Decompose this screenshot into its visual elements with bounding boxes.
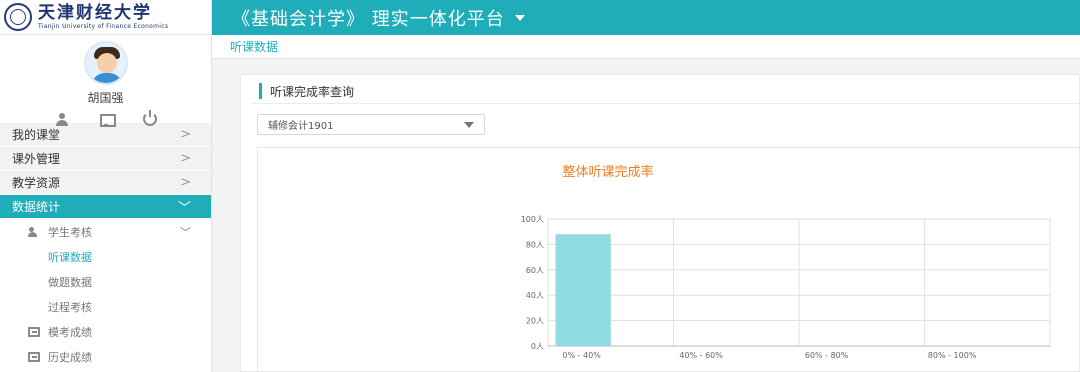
breadcrumb-current[interactable]: 听课数据: [230, 38, 278, 55]
course-title: 《基础会计学》 理实一体化平台: [232, 8, 505, 30]
submenu-history-scores[interactable]: 历史成绩: [0, 344, 211, 369]
user-icon[interactable]: [55, 112, 69, 126]
university-name-en: Tianjin University of Finance Economics: [38, 22, 169, 30]
menu-item-label: 课外管理: [12, 152, 61, 166]
university-seal-icon: [4, 3, 32, 31]
submenu-listening-data[interactable]: 听课数据: [0, 244, 211, 269]
y-tick-label: 60人: [526, 266, 544, 275]
menu-item-label: 我的课堂: [12, 128, 61, 142]
panel-title: 听课完成率查询: [259, 83, 354, 99]
y-tick-label: 20人: [526, 317, 544, 326]
submenu-label: 模考成绩: [48, 325, 92, 339]
course-selector[interactable]: 《基础会计学》 理实一体化平台: [212, 0, 1080, 35]
divider: [251, 103, 1080, 104]
submenu-process-assessment[interactable]: 过程考核: [0, 294, 211, 319]
chevron-right-icon: >: [180, 175, 191, 190]
x-tick-label: 0% - 40%: [562, 351, 601, 360]
y-tick-label: 80人: [526, 240, 544, 249]
submenu-student-exam[interactable]: 学生考核 ﹀: [0, 219, 211, 244]
y-tick-label: 100人: [521, 215, 544, 224]
submenu-exercise-data[interactable]: 做题数据: [0, 269, 211, 294]
bar-chart: 0人 20人 40人 60人 80人 100人 0% - 40% 40% - 60% 60% -…: [521, 215, 1051, 360]
chevron-right-icon: >: [180, 151, 191, 166]
x-tick-label: 80% - 100%: [928, 351, 977, 360]
x-tick-label: 40% - 60%: [679, 351, 723, 360]
x-tick-label: 60% - 80%: [805, 351, 849, 360]
menu-item-teaching-resources[interactable]: 教学资源 >: [0, 171, 211, 195]
y-tick-label: 40人: [526, 291, 544, 300]
menu-item-extracurricular[interactable]: 课外管理 >: [0, 147, 211, 171]
scoresheet-icon: [28, 326, 40, 337]
university-logo[interactable]: 天津财经大学 Tianjin University of Finance Eco…: [0, 0, 211, 35]
menu-item-data-statistics[interactable]: 数据统计 ﹀: [0, 195, 211, 219]
chart-container: 整体听课完成率 0人 20人 40人 60人 80人 100人 0% - 40% 40% - …: [257, 147, 1080, 372]
user-name: 胡国强: [87, 91, 124, 105]
chevron-right-icon: >: [180, 127, 191, 142]
university-name: 天津财经大学: [38, 2, 152, 23]
avatar[interactable]: [83, 41, 128, 85]
breadcrumb: 听课数据: [212, 35, 1080, 59]
menu-item-label: 数据统计: [12, 200, 61, 214]
class-select-value: 辅修会计1901: [268, 121, 334, 132]
sidebar: 天津财经大学 Tianjin University of Finance Eco…: [0, 0, 212, 372]
submenu-label: 学生考核: [48, 225, 92, 239]
history-icon: [28, 351, 40, 362]
main-panel: 听课完成率查询 辅修会计1901 整体听课完成率 0人 20人 40人 60人 80人 1…: [240, 74, 1080, 372]
students-icon: [28, 226, 40, 237]
power-icon[interactable]: [142, 110, 157, 126]
submenu-mock-scores[interactable]: 模考成绩: [0, 319, 211, 344]
caret-down-icon[interactable]: [514, 14, 525, 21]
class-select[interactable]: 辅修会计1901: [257, 114, 485, 135]
y-tick-label: 0人: [531, 342, 544, 351]
chevron-down-icon: ﹀: [180, 225, 191, 239]
menu-item-label: 教学资源: [12, 176, 61, 190]
user-profile: 胡国强: [0, 35, 211, 127]
monitor-edit-icon[interactable]: [99, 112, 116, 127]
caret-down-icon: [464, 121, 474, 128]
bar: [555, 234, 611, 346]
chevron-down-icon: ﹀: [177, 201, 191, 216]
submenu-label: 历史成绩: [48, 350, 92, 364]
